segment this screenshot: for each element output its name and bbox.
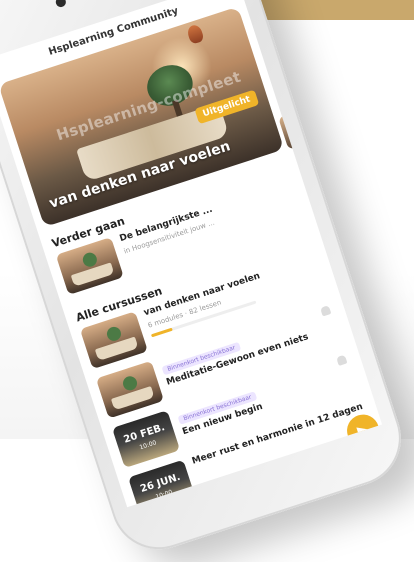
play-icon: ▶ <box>355 421 370 440</box>
progress-fill <box>151 328 173 338</box>
camera-icon <box>55 0 68 8</box>
